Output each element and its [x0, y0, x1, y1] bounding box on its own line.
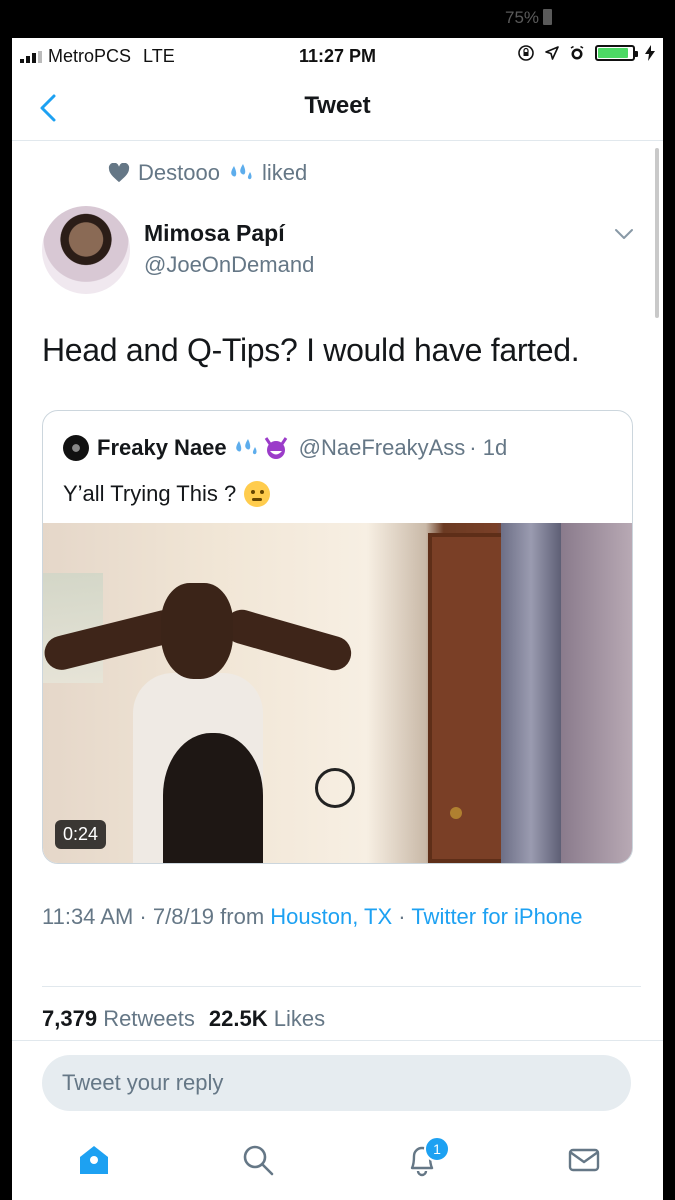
- page-title: Tweet: [304, 92, 371, 119]
- liker-name[interactable]: Destooo: [138, 160, 220, 186]
- notifications-tab[interactable]: 1: [404, 1136, 450, 1178]
- tweet-timestamp: 11:34 AM · 7/8/19 from: [42, 904, 265, 929]
- likes-stat[interactable]: 22.5K Likes: [209, 1006, 325, 1031]
- sweat-droplets-emoji-icon: [231, 164, 252, 180]
- tweet-location-link[interactable]: Houston, TX: [270, 904, 392, 929]
- author-name[interactable]: Mimosa Papí: [144, 220, 285, 247]
- video-player[interactable]: 0:24: [43, 523, 632, 863]
- tweet-stats: 7,379 Retweets 22.5K Likes: [42, 1006, 325, 1032]
- quoted-tweet-age: · 1d: [469, 435, 508, 460]
- reply-input[interactable]: [42, 1055, 631, 1111]
- thinking-face-emoji-icon: [244, 481, 271, 507]
- sweat-droplets-emoji-icon: [235, 439, 257, 455]
- retweets-stat[interactable]: 7,379 Retweets: [42, 1006, 195, 1031]
- likes-label: Likes: [273, 1006, 326, 1031]
- tab-bar: 1: [12, 1120, 663, 1200]
- search-icon[interactable]: [240, 1142, 276, 1178]
- phone-screen: MetroPCS LTE 11:27 PM Tweet Destooo like…: [12, 38, 663, 1200]
- notifications-badge: 1: [424, 1136, 450, 1162]
- messages-icon[interactable]: [566, 1142, 602, 1178]
- outer-battery-indicator: 75%: [505, 8, 553, 28]
- navigation-bar: Tweet: [12, 76, 663, 141]
- status-bar: MetroPCS LTE 11:27 PM: [12, 38, 663, 72]
- social-context: Destooo liked: [108, 160, 307, 186]
- outer-battery-percent: 75%: [505, 8, 540, 27]
- quoted-tweet-card[interactable]: Freaky Naee @NaeFreakyAss · 1d Y’all Try…: [42, 410, 633, 864]
- battery-icon: [595, 45, 638, 61]
- heart-icon: [108, 163, 130, 183]
- devil-face-emoji-icon: [264, 437, 287, 459]
- tweet-text: Head and Q-Tips? I would have farted.: [42, 332, 580, 368]
- quoted-tweet-text: Y’all Trying This ?: [63, 481, 237, 506]
- scrollbar[interactable]: [655, 148, 659, 318]
- lock-rotation-icon: [518, 45, 534, 61]
- location-arrow-icon: [545, 46, 559, 60]
- retweets-label: Retweets: [103, 1006, 195, 1031]
- quoted-author-handle: @NaeFreakyAss: [298, 435, 466, 460]
- likes-count: 22.5K: [208, 1006, 268, 1031]
- meta-separator: ·: [392, 904, 412, 929]
- charging-bolt-icon: [645, 45, 655, 61]
- divider: [42, 986, 641, 987]
- home-icon[interactable]: [76, 1142, 112, 1178]
- quoted-author-name: Freaky Naee: [97, 435, 227, 460]
- tweet-metadata: 11:34 AM · 7/8/19 from Houston, TX · Twi…: [42, 900, 622, 934]
- video-duration: 0:24: [55, 820, 107, 849]
- quoted-author-avatar: [63, 435, 89, 461]
- chevron-down-icon[interactable]: [613, 226, 635, 242]
- reply-bar: [12, 1040, 663, 1121]
- tweet-source-link[interactable]: Twitter for iPhone: [411, 904, 582, 929]
- author-avatar[interactable]: [42, 206, 130, 294]
- retweets-count: 7,379: [42, 1006, 98, 1031]
- battery-icon: [543, 9, 553, 25]
- author-handle[interactable]: @JoeOnDemand: [144, 252, 314, 278]
- social-action: liked: [261, 160, 308, 185]
- alarm-icon: [570, 45, 584, 60]
